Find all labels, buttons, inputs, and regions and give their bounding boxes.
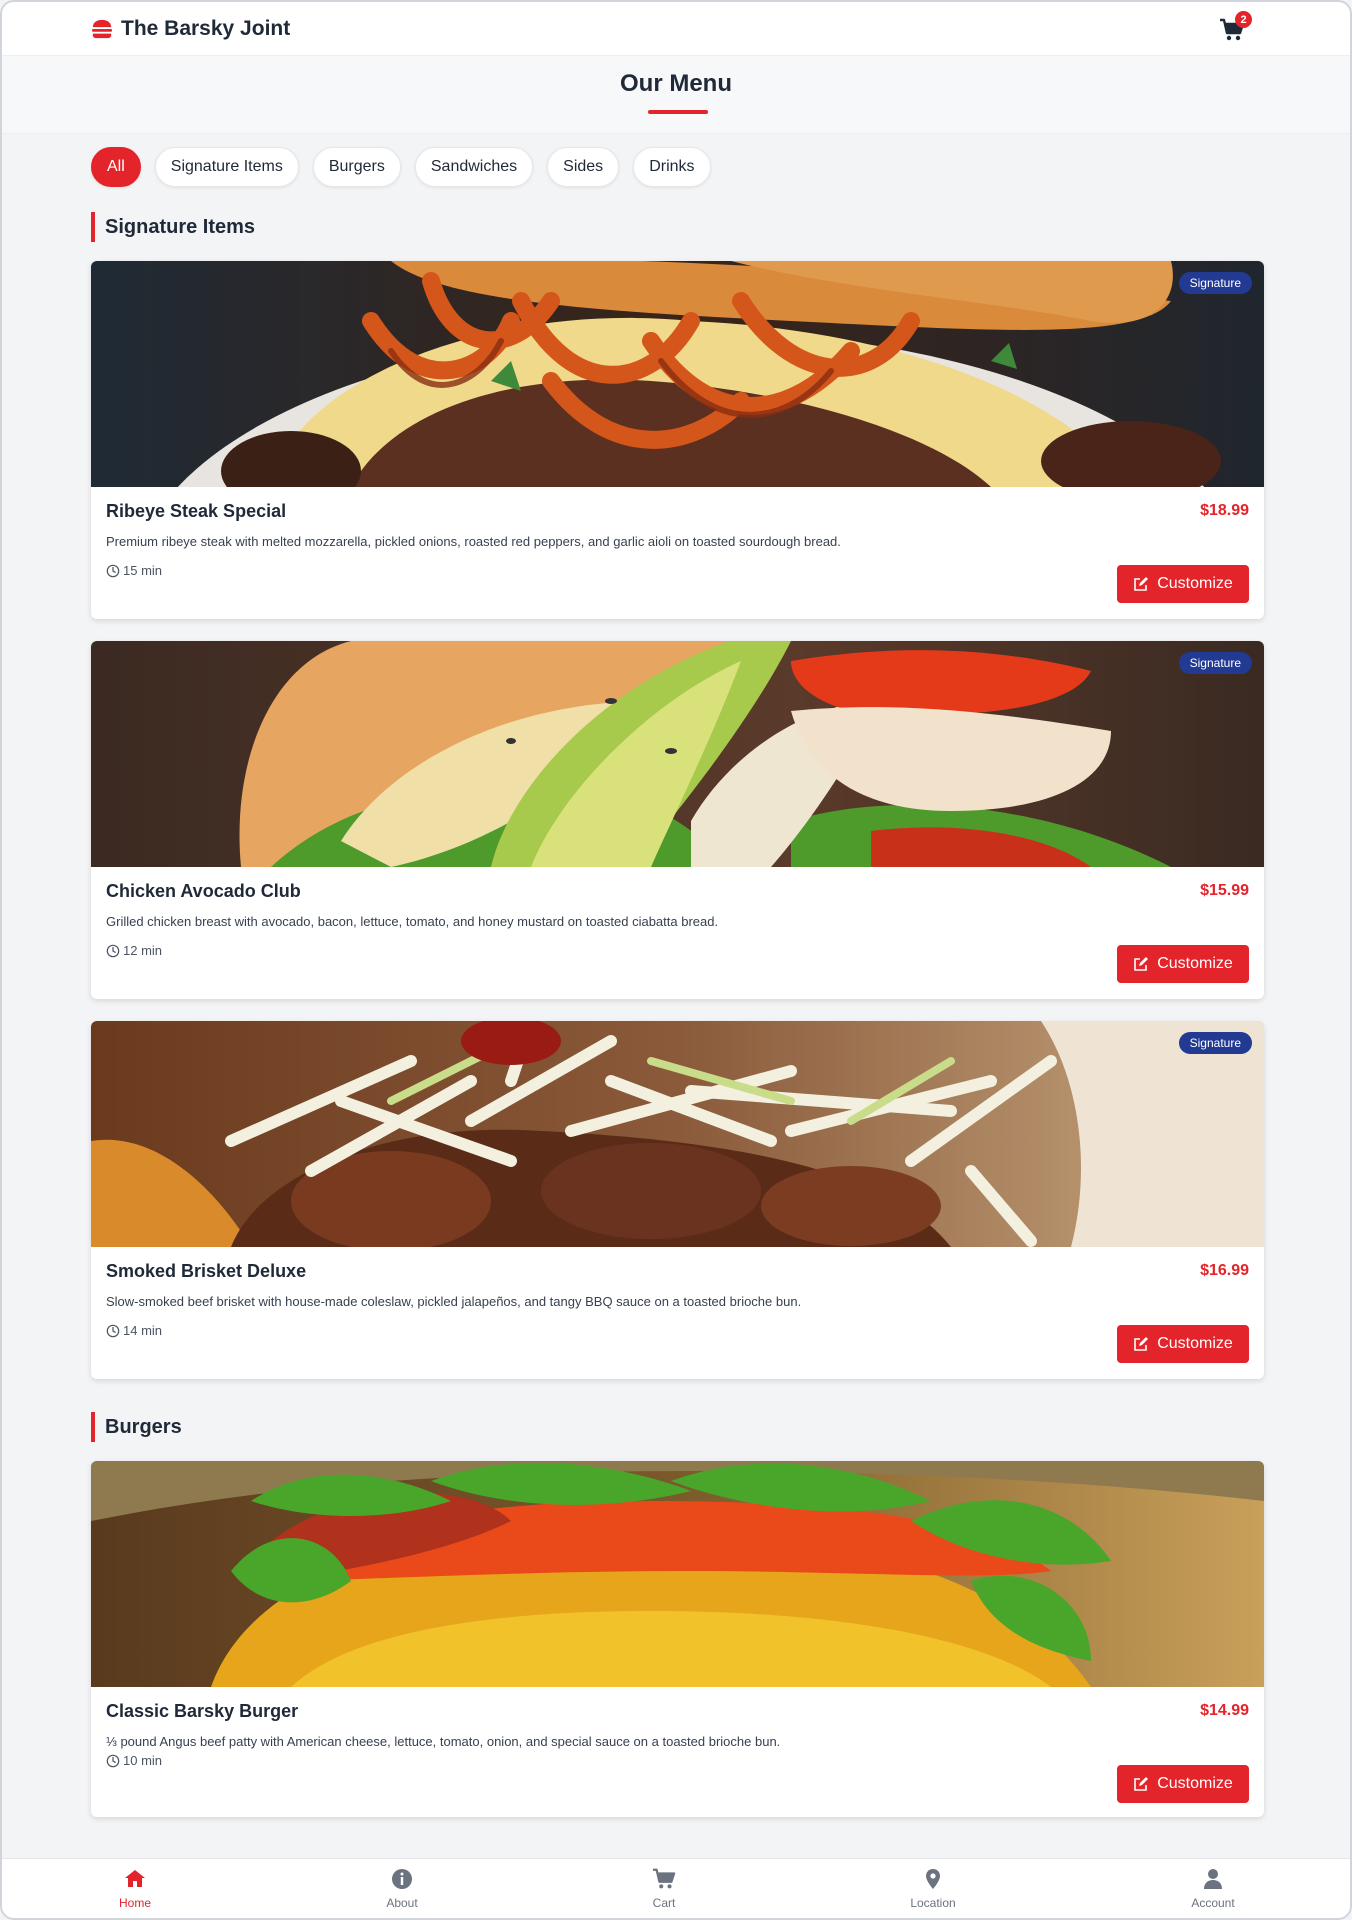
prep-time: 14 min <box>106 1323 1249 1338</box>
item-price: $16.99 <box>1200 1262 1249 1279</box>
brand-name: The Barsky Joint <box>121 17 291 40</box>
edit-icon <box>1134 577 1149 591</box>
nav-home[interactable]: Home <box>90 1867 180 1910</box>
customize-button[interactable]: Customize <box>1117 945 1249 983</box>
menu-item-card: Signature Ribeye Steak Special $18.99 Pr… <box>91 261 1264 619</box>
filter-chip-drinks[interactable]: Drinks <box>633 147 711 187</box>
category-filters: All Signature Items Burgers Sandwiches S… <box>91 147 711 187</box>
location-pin-icon <box>926 1869 940 1889</box>
item-name: Ribeye Steak Special <box>106 501 287 521</box>
edit-icon <box>1134 957 1149 971</box>
customize-label: Customize <box>1157 1335 1233 1352</box>
food-photo-graphic <box>91 1021 1264 1247</box>
clock-icon <box>106 944 120 957</box>
item-description: Slow-smoked beef brisket with house-made… <box>106 1294 802 1309</box>
item-name: Classic Barsky Burger <box>106 1701 299 1721</box>
prep-time-text: 15 min <box>123 563 163 578</box>
title-underline <box>648 110 708 114</box>
item-name: Chicken Avocado Club <box>106 881 301 901</box>
item-description: Grilled chicken breast with avocado, bac… <box>106 914 719 929</box>
nav-label: Location <box>910 1896 956 1910</box>
clock-icon <box>106 564 120 577</box>
cart-icon <box>652 1868 676 1889</box>
food-photo: Signature <box>91 261 1264 487</box>
nav-label: Cart <box>652 1896 676 1910</box>
nav-cart[interactable]: Cart <box>619 1867 709 1910</box>
prep-time-text: 12 min <box>123 943 163 958</box>
prep-time: 15 min <box>106 563 1249 578</box>
page-title: Our Menu <box>620 70 732 97</box>
filter-chip-sides[interactable]: Sides <box>547 147 620 187</box>
item-name: Smoked Brisket Deluxe <box>106 1261 307 1281</box>
prep-time: 12 min <box>106 943 1249 958</box>
food-photo: Signature <box>91 641 1264 867</box>
prep-time-text: 10 min <box>123 1753 163 1768</box>
card-body: Chicken Avocado Club $15.99 Grilled chic… <box>91 867 1264 983</box>
menu-item-card: Classic Barsky Burger $14.99 ⅓ pound Ang… <box>91 1461 1264 1817</box>
nav-account[interactable]: Account <box>1168 1867 1258 1910</box>
home-icon <box>125 1870 145 1887</box>
customize-button[interactable]: Customize <box>1117 565 1249 603</box>
cart-button[interactable]: 2 <box>1219 11 1252 44</box>
signature-badge: Signature <box>1178 652 1252 674</box>
customize-button[interactable]: Customize <box>1117 1765 1249 1803</box>
customize-label: Customize <box>1157 575 1233 592</box>
menu-item-card: Signature Chicken Avocado Club $15.99 Gr… <box>91 641 1264 999</box>
bottom-nav: Home About Cart Location Account <box>2 1858 1350 1918</box>
food-photo <box>91 1461 1264 1687</box>
filter-chip-sandwiches[interactable]: Sandwiches <box>414 147 534 187</box>
prep-time: 10 min <box>106 1753 1249 1768</box>
customize-button[interactable]: Customize <box>1117 1325 1249 1363</box>
section-title-signature-items: Signature Items <box>91 212 255 242</box>
info-icon <box>392 1869 412 1889</box>
item-price: $18.99 <box>1200 502 1249 519</box>
app-frame: The Barsky Joint 2 Our Menu All Signatur… <box>0 0 1352 1920</box>
item-price: $15.99 <box>1200 882 1249 899</box>
filter-chip-all[interactable]: All <box>91 147 141 187</box>
food-photo: Signature <box>91 1021 1264 1247</box>
filter-chip-signature-items[interactable]: Signature Items <box>154 147 299 187</box>
burger-icon <box>91 19 113 39</box>
food-photo-graphic <box>91 261 1264 487</box>
title-band: Our Menu <box>2 56 1350 134</box>
prep-time-text: 14 min <box>123 1323 163 1338</box>
nav-label: Home <box>118 1896 151 1910</box>
brand[interactable]: The Barsky Joint <box>91 17 290 41</box>
item-description: ⅓ pound Angus beef patty with American c… <box>106 1734 781 1749</box>
section-title-burgers: Burgers <box>91 1412 182 1442</box>
food-photo-graphic <box>91 641 1264 867</box>
filter-chip-burgers[interactable]: Burgers <box>312 147 401 187</box>
card-body: Smoked Brisket Deluxe $16.99 Slow-smoked… <box>91 1247 1264 1363</box>
signature-badge: Signature <box>1178 272 1252 294</box>
menu-item-card: Signature Smoked Brisket Deluxe $16.99 S… <box>91 1021 1264 1379</box>
item-price: $14.99 <box>1200 1702 1249 1719</box>
user-icon <box>1204 1869 1222 1889</box>
nav-about[interactable]: About <box>357 1867 447 1910</box>
customize-label: Customize <box>1157 955 1233 972</box>
card-body: Ribeye Steak Special $18.99 Premium ribe… <box>91 487 1264 603</box>
nav-label: About <box>386 1896 418 1910</box>
nav-location[interactable]: Location <box>888 1867 978 1910</box>
food-photo-graphic <box>91 1461 1264 1687</box>
card-body: Classic Barsky Burger $14.99 ⅓ pound Ang… <box>91 1687 1264 1803</box>
customize-label: Customize <box>1157 1775 1233 1792</box>
nav-label: Account <box>1191 1896 1235 1910</box>
clock-icon <box>106 1754 120 1767</box>
item-description: Premium ribeye steak with melted mozzare… <box>106 534 841 549</box>
cart-count-badge: 2 <box>1235 11 1252 28</box>
edit-icon <box>1134 1337 1149 1351</box>
edit-icon <box>1134 1777 1149 1791</box>
top-bar: The Barsky Joint 2 <box>2 2 1350 56</box>
signature-badge: Signature <box>1178 1032 1252 1054</box>
clock-icon <box>106 1324 120 1337</box>
